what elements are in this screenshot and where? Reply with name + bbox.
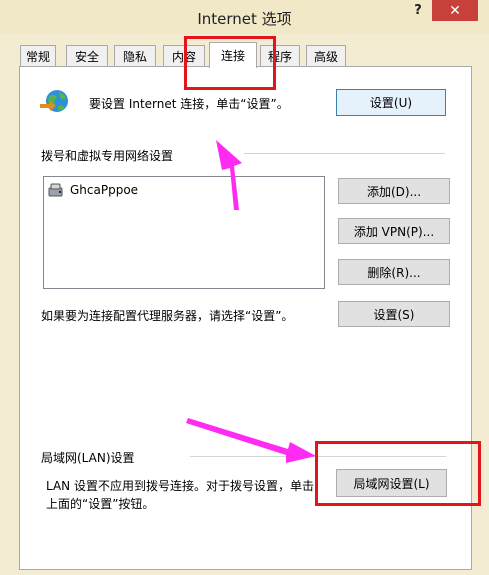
arrow-right — [186, 418, 316, 463]
arrow-up — [216, 140, 242, 210]
annotation-arrows — [186, 140, 316, 463]
